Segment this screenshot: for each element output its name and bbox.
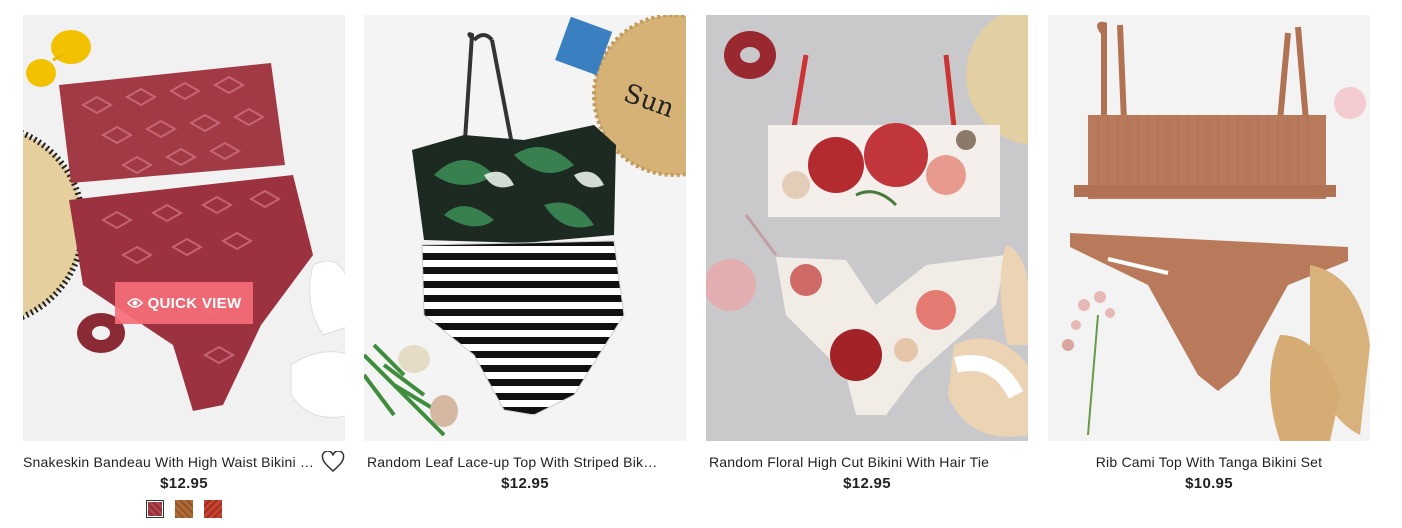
product-title[interactable]: Rib Cami Top With Tanga Bikini Set — [1048, 451, 1370, 473]
quick-view-button[interactable]: QUICK VIEW — [115, 282, 253, 324]
rib-cami-bikini-photo — [1048, 15, 1370, 441]
product-title-row: Random Floral High Cut Bikini With Hair … — [706, 451, 1028, 473]
product-title[interactable]: Snakeskin Bandeau With High Waist Bikini… — [23, 451, 315, 473]
product-image[interactable] — [706, 15, 1028, 441]
color-swatch[interactable] — [146, 500, 164, 518]
product-title-row: Snakeskin Bandeau With High Waist Bikini… — [23, 451, 345, 473]
quick-view-label: QUICK VIEW — [147, 294, 242, 312]
heart-outline-icon[interactable] — [321, 451, 345, 473]
product-price: $12.95 — [160, 475, 208, 492]
product-image[interactable]: QUICK VIEW — [23, 15, 345, 441]
product-card[interactable]: Rib Cami Top With Tanga Bikini Set $10.9… — [1048, 15, 1370, 494]
product-price: $12.95 — [843, 475, 891, 492]
snakeskin-bikini-photo — [23, 15, 345, 441]
product-card[interactable]: Random Floral High Cut Bikini With Hair … — [706, 15, 1028, 494]
color-swatch[interactable] — [175, 500, 193, 518]
product-title[interactable]: Random Floral High Cut Bikini With Hair … — [706, 451, 1001, 473]
product-grid: QUICK VIEW Snakeskin Bandeau With High W… — [0, 0, 1402, 528]
product-title-row: Random Leaf Lace-up Top With Striped Bik… — [364, 451, 686, 473]
eye-icon — [126, 298, 143, 308]
floral-bikini-photo — [706, 15, 1028, 441]
color-swatch[interactable] — [204, 500, 222, 518]
leaf-striped-bikini-photo: Sun — [364, 15, 686, 441]
product-card[interactable]: Sun Random Leaf Lace-up Top With Striped… — [364, 15, 686, 494]
product-image[interactable] — [1048, 15, 1370, 441]
color-swatches — [23, 500, 345, 518]
product-card[interactable]: QUICK VIEW Snakeskin Bandeau With High W… — [23, 15, 345, 518]
product-image[interactable]: Sun — [364, 15, 686, 441]
product-price: $10.95 — [1185, 475, 1233, 492]
product-title[interactable]: Random Leaf Lace-up Top With Striped Bik… — [364, 451, 659, 473]
product-title-row: Rib Cami Top With Tanga Bikini Set — [1048, 451, 1370, 473]
product-price: $12.95 — [501, 475, 549, 492]
